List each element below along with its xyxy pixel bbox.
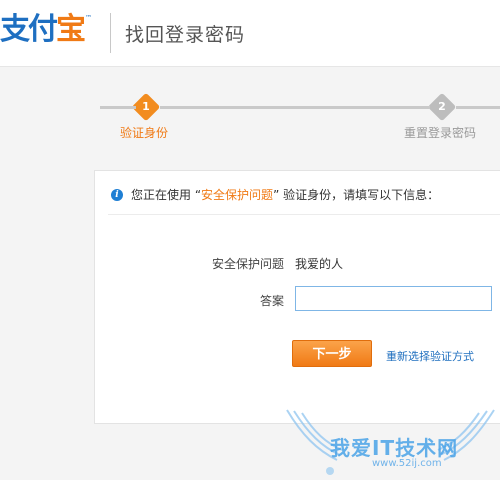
security-question-label: 安全保护问题 — [211, 257, 284, 271]
step-line-right — [456, 106, 500, 109]
header-divider — [110, 13, 111, 53]
step-line-middle — [160, 106, 430, 109]
info-message: i 您正在使用 “安全保护问题” 验证身份，请填写以下信息： — [111, 186, 439, 203]
info-icon: i — [111, 188, 123, 201]
step-2-indicator: 2 — [431, 96, 453, 118]
step-1-indicator: 1 — [135, 96, 157, 118]
step-2-label: 重置登录密码 — [404, 126, 477, 140]
divider — [108, 214, 500, 215]
answer-label: 答案 — [259, 294, 284, 308]
info-suffix: ” 验证身份，请填写以下信息： — [273, 188, 440, 202]
alipay-logo[interactable]: 支付宝 ™ — [0, 13, 92, 47]
info-prefix: 您正在使用 “ — [131, 188, 202, 202]
logo-tm: ™ — [85, 14, 92, 22]
page-title: 找回登录密码 — [125, 24, 246, 46]
logo-suffix: 宝 — [56, 12, 86, 47]
answer-input[interactable] — [295, 286, 492, 311]
reselect-verification-link[interactable]: 重新选择验证方式 — [386, 348, 474, 364]
step-2-number: 2 — [438, 100, 446, 113]
step-1-number: 1 — [142, 100, 150, 113]
watermark-url: www.52ij.com — [372, 458, 442, 469]
logo-prefix: 支付 — [0, 12, 58, 47]
watermark-text: 我爱IT技术网 — [330, 436, 459, 460]
security-question-value: 我爱的人 — [295, 257, 344, 271]
header: 支付宝 ™ 找回登录密码 — [0, 0, 500, 67]
next-step-button[interactable]: 下一步 — [292, 340, 372, 367]
info-highlight: 安全保护问题 — [201, 188, 274, 202]
step-1-label: 验证身份 — [120, 126, 169, 140]
logo-text: 支付宝 — [0, 12, 86, 47]
step-line-left — [100, 106, 136, 109]
